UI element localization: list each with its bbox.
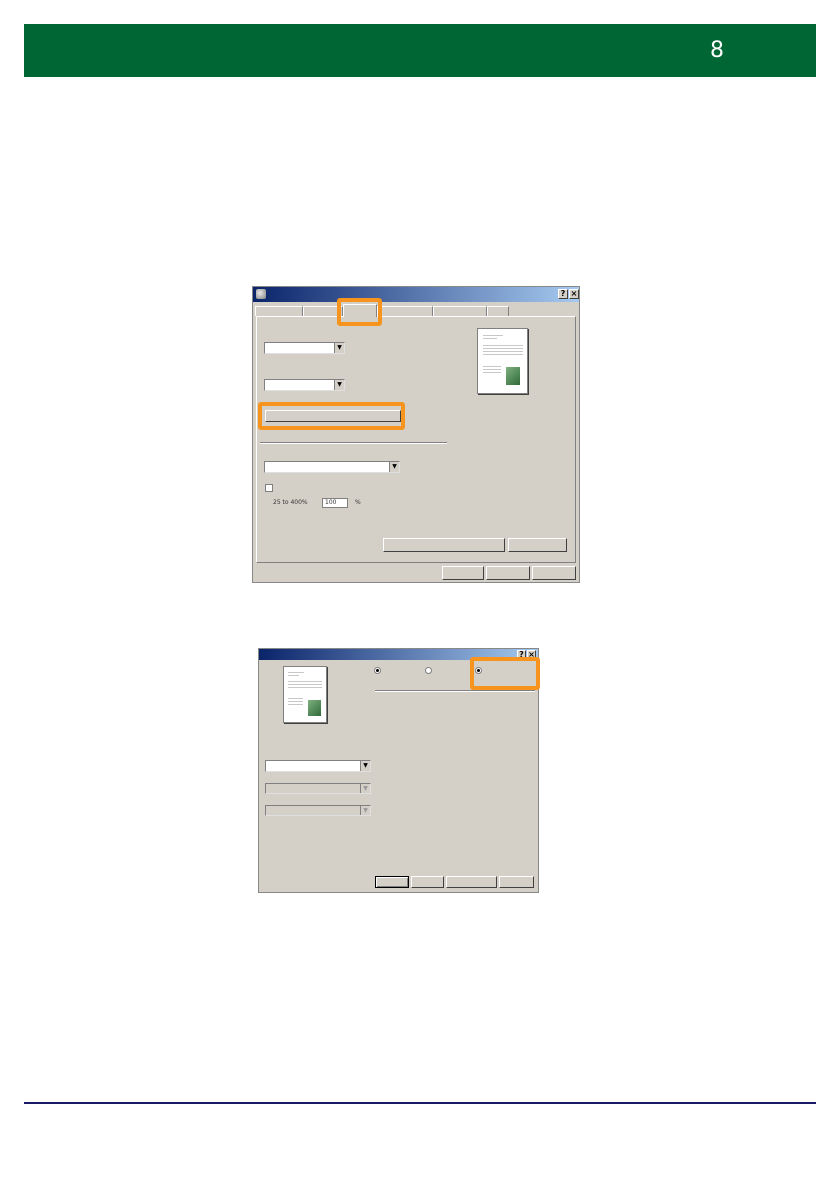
chevron-down-icon: ▼ — [360, 784, 370, 793]
image-dropdown-2[interactable]: ▼ — [265, 783, 371, 794]
help-icon[interactable]: ? — [558, 289, 568, 299]
ok-button[interactable] — [375, 876, 409, 888]
separator — [260, 442, 447, 444]
image-dropdown-3[interactable]: ▼ — [265, 805, 371, 816]
image-options-dialog: ? × ▼ ▼ ▼ — [258, 648, 539, 893]
cancel-button[interactable] — [411, 876, 444, 888]
defaults-button[interactable] — [446, 876, 497, 888]
help-button[interactable] — [499, 876, 534, 888]
panel-button-1[interactable] — [383, 538, 505, 552]
help-icon[interactable]: ? — [517, 650, 526, 659]
page-number: 8 — [710, 38, 724, 63]
scale-unit-label: % — [355, 499, 361, 506]
scale-checkbox[interactable] — [265, 484, 273, 492]
output-size-dropdown[interactable]: ▼ — [264, 461, 400, 473]
printer-icon — [256, 289, 266, 299]
chevron-down-icon: ▼ — [389, 462, 399, 472]
panel-button-2[interactable] — [508, 538, 567, 552]
ok-button[interactable] — [442, 566, 484, 580]
tab-image-options[interactable] — [343, 304, 377, 317]
cancel-button[interactable] — [486, 566, 530, 580]
chevron-down-icon: ▼ — [360, 761, 370, 771]
printer-properties-dialog: ? × ▼ ▼ ▼ 25 to 400% 100 % — [252, 286, 580, 583]
image-dropdown-1[interactable]: ▼ — [265, 760, 371, 772]
title-bar: ? × — [259, 649, 538, 660]
header-bar: 8 — [24, 24, 816, 77]
radio-option-2[interactable] — [425, 667, 432, 674]
help-button[interactable] — [532, 566, 576, 580]
title-bar: ? × — [253, 287, 579, 302]
separator — [375, 690, 535, 692]
radio-option-3[interactable] — [475, 667, 482, 674]
close-icon[interactable]: × — [569, 289, 579, 299]
close-icon[interactable]: × — [527, 650, 536, 659]
option-dropdown-2[interactable]: ▼ — [264, 379, 345, 391]
scale-range-label: 25 to 400% — [273, 499, 308, 506]
chevron-down-icon: ▼ — [360, 806, 370, 815]
chevron-down-icon: ▼ — [334, 343, 344, 353]
page-preview — [477, 328, 528, 394]
tab-4[interactable] — [377, 306, 433, 316]
page-preview — [283, 666, 327, 723]
tab-1[interactable] — [255, 306, 303, 316]
tab-5[interactable] — [433, 306, 487, 316]
scale-value-input[interactable]: 100 — [322, 498, 348, 508]
tab-panel: ▼ ▼ ▼ 25 to 400% 100 % — [256, 316, 576, 563]
footer-rule — [24, 1102, 816, 1104]
chevron-down-icon: ▼ — [334, 380, 344, 390]
tab-6[interactable] — [487, 306, 509, 316]
image-options-button[interactable] — [265, 410, 401, 422]
radio-option-1[interactable] — [374, 667, 381, 674]
option-dropdown-1[interactable]: ▼ — [264, 342, 345, 354]
tab-2[interactable] — [303, 306, 343, 316]
